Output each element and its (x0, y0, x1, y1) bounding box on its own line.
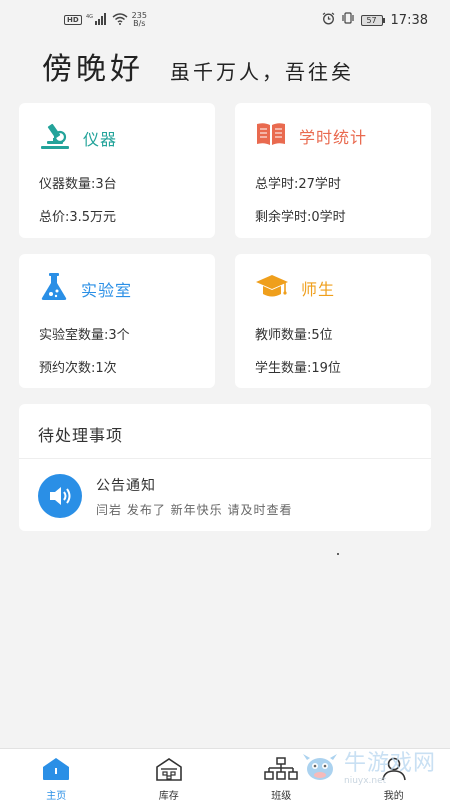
vibrate-icon (341, 12, 355, 28)
flask-icon (39, 272, 69, 306)
tab-home-label: 主页 (46, 791, 67, 800)
lab-card-header: 实验室 (39, 272, 132, 306)
tab-mine-label: 我的 (383, 791, 404, 800)
people-card[interactable]: 师生 教师数量:5位 学生数量:19位 (235, 254, 431, 388)
booking-count: 预约次数:1次 (39, 361, 117, 376)
lab-count: 实验室数量:3个 (39, 328, 130, 343)
alarm-icon (322, 12, 335, 29)
study-hours-card[interactable]: 学时统计 总学时:27学时 剩余学时:0学时 (235, 103, 431, 238)
lab-card-title: 实验室 (81, 281, 133, 300)
book-icon (255, 121, 287, 151)
study-hours-card-title: 学时统计 (299, 128, 368, 147)
graduation-cap-icon (255, 272, 289, 304)
study-hours-card-header: 学时统计 (255, 121, 367, 151)
status-left: HD 4G 235 B/s (64, 12, 147, 28)
stray-dot (337, 553, 339, 555)
tab-inventory-label: 库存 (158, 791, 179, 800)
status-bar: HD 4G 235 B/s 57 17:38 (0, 0, 450, 40)
todo-title: 待处理事项 (38, 426, 124, 445)
greeting-motto: 虽千万人，吾往矣 (170, 60, 354, 84)
instrument-total-price: 总价:3.5万元 (39, 210, 117, 225)
clock: 17:38 (390, 12, 428, 28)
instrument-count: 仪器数量:3台 (39, 177, 117, 192)
status-right: 57 17:38 (322, 12, 428, 29)
cow-mascot-icon (300, 750, 340, 788)
speaker-icon (38, 474, 82, 518)
people-card-header: 师生 (255, 272, 335, 304)
instrument-card[interactable]: 仪器 仪器数量:3台 总价:3.5万元 (19, 103, 215, 238)
tab-inventory[interactable]: 库存 (113, 749, 226, 800)
svg-text:4G: 4G (86, 14, 93, 20)
network-speed: 235 B/s (131, 11, 147, 28)
remaining-hours: 剩余学时:0学时 (255, 210, 346, 225)
home-icon (42, 757, 70, 785)
greeting: 傍晚好 虽千万人，吾往矣 (42, 48, 354, 88)
lab-card[interactable]: 实验室 实验室数量:3个 预约次数:1次 (19, 254, 215, 388)
notice-item[interactable]: 公告通知 闫岩 发布了 新年快乐 请及时查看 (38, 470, 418, 522)
notice-title: 公告通知 (96, 477, 156, 494)
wifi-icon (112, 13, 128, 27)
hd-badge: HD (64, 15, 82, 25)
notice-body: 闫岩 发布了 新年快乐 请及时查看 (96, 502, 293, 517)
people-card-title: 师生 (301, 280, 336, 299)
microscope-icon (39, 121, 71, 155)
notice-text: 公告通知 闫岩 发布了 新年快乐 请及时查看 (96, 475, 292, 518)
todo-panel: 待处理事项 公告通知 闫岩 发布了 新年快乐 请及时查看 (19, 404, 431, 531)
instrument-card-title: 仪器 (83, 130, 118, 149)
todo-divider (19, 458, 431, 459)
instrument-card-header: 仪器 (39, 121, 117, 155)
total-hours: 总学时:27学时 (255, 177, 341, 192)
greeting-title: 傍晚好 (42, 52, 144, 87)
tab-classes-label: 班级 (271, 791, 292, 800)
org-chart-icon (264, 757, 298, 785)
watermark-text: 牛游戏网 (344, 751, 437, 776)
tab-home[interactable]: 主页 (0, 749, 113, 800)
teacher-count: 教师数量:5位 (255, 328, 333, 343)
watermark-url: niuyx.net (344, 776, 387, 786)
student-count: 学生数量:19位 (255, 361, 341, 376)
watermark: 牛游戏网 niuyx.net (300, 750, 436, 788)
warehouse-icon (155, 757, 183, 785)
signal-icon: 4G (86, 13, 108, 27)
battery-icon: 57 (360, 14, 385, 26)
